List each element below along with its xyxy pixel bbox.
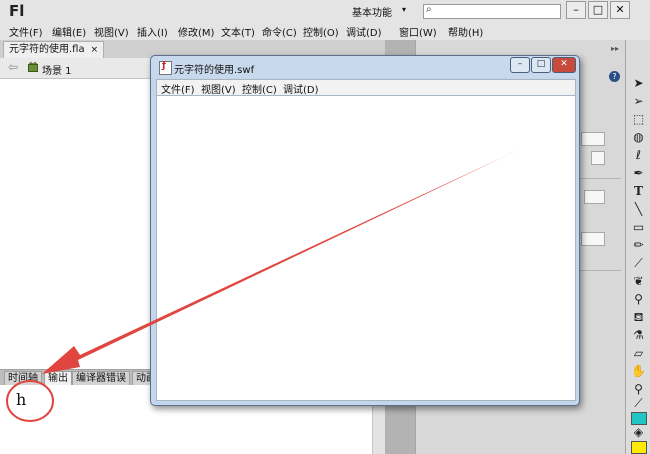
bone-tool-icon[interactable]: ⚲ [629,291,648,308]
help-icon[interactable]: ? [609,71,620,82]
swf-close-button[interactable]: ✕ [552,57,576,73]
pencil-tool-icon[interactable]: ✏ [629,237,648,254]
divider [576,270,621,271]
swf-title-bar[interactable]: ƒ 元字符的使用.swf – □ ✕ [151,56,579,78]
selection-tool-icon[interactable]: ➤ [629,75,648,92]
text-tool-icon[interactable]: T [629,183,648,200]
property-dropdown[interactable] [584,190,605,204]
menu-modify[interactable]: 修改(M) [178,24,214,39]
stroke-pencil-icon[interactable]: ⟋ [629,395,648,412]
menu-commands[interactable]: 命令(C) [262,24,297,39]
menu-edit[interactable]: 编辑(E) [52,24,86,39]
close-button[interactable]: ✕ [610,1,630,19]
menu-insert[interactable]: 插入(I) [137,24,168,39]
menu-window[interactable]: 窗口(W) [399,24,437,39]
swf-content-area[interactable] [156,95,576,401]
document-tab[interactable]: 元字符的使用.fla × [3,41,105,58]
property-field[interactable] [581,132,605,146]
close-tab-icon[interactable]: × [91,45,99,55]
swf-window-title: 元字符的使用.swf [174,65,255,76]
search-icon: ⌕ [426,4,432,15]
menu-help[interactable]: 帮助(H) [448,24,483,39]
tab-output[interactable]: 输出 [44,371,72,386]
flash-player-icon: ƒ [159,61,172,75]
property-dropdown[interactable] [591,151,605,165]
eyedropper-tool-icon[interactable]: ⚗ [629,327,648,344]
fill-color-swatch[interactable] [631,441,647,454]
divider [576,178,621,179]
lasso-tool-icon[interactable]: ℓ [629,147,648,164]
eraser-tool-icon[interactable]: ▱ [629,345,648,362]
menu-bar: 文件(F) 编辑(E) 视图(V) 插入(I) 修改(M) 文本(T) 命令(C… [0,22,650,40]
menu-text[interactable]: 文本(T) [221,24,255,39]
help-search-input[interactable]: ⌕ [423,4,561,19]
document-tab-label: 元字符的使用.fla [9,44,85,55]
swf-maximize-button[interactable]: □ [531,57,551,73]
scene-label[interactable]: 场景 1 [42,62,72,77]
flash-logo: Fl [9,2,25,20]
swf-menu-bar: 文件(F) 视图(V) 控制(C) 调试(D) [156,79,576,96]
tab-timeline[interactable]: 时间轴 [4,371,42,386]
menu-control[interactable]: 控制(O) [303,24,339,39]
pen-tool-icon[interactable]: ✒ [629,165,648,182]
scene-icon [28,62,38,72]
swf-menu-view[interactable]: 视图(V) [201,81,236,96]
minimize-button[interactable]: – [566,1,586,19]
deco-tool-icon[interactable]: ❦ [629,273,648,290]
menu-file[interactable]: 文件(F) [9,24,43,39]
menu-view[interactable]: 视图(V) [94,24,129,39]
swf-minimize-button[interactable]: – [510,57,530,73]
swf-menu-control[interactable]: 控制(C) [242,81,277,96]
hand-tool-icon[interactable]: ✋ [629,363,648,380]
line-tool-icon[interactable]: ╲ [629,201,648,218]
property-dropdown[interactable] [581,232,605,246]
brush-tool-icon[interactable]: ⟋ [629,255,648,272]
paint-bucket-tool-icon[interactable]: ⛾ [629,309,648,326]
3d-rotation-tool-icon[interactable]: ◍ [629,129,648,146]
free-transform-tool-icon[interactable]: ⬚ [629,111,648,128]
output-text: h [16,390,27,409]
swf-menu-debug[interactable]: 调试(D) [283,81,319,96]
workspace-switcher[interactable]: 基本功能 [352,4,392,19]
back-arrow-icon[interactable]: ⇦ [8,60,18,74]
fill-bucket-icon[interactable]: ◈ [629,424,648,441]
menu-debug[interactable]: 调试(D) [346,24,382,39]
swf-menu-file[interactable]: 文件(F) [161,81,195,96]
tools-panel: ➤ ➢ ⬚ ◍ ℓ ✒ T ╲ ▭ ✏ ⟋ ❦ ⚲ ⛾ ⚗ ▱ ✋ ⚲ ⟋ ◈ [625,40,650,454]
swf-player-window[interactable]: ƒ 元字符的使用.swf – □ ✕ 文件(F) 视图(V) 控制(C) 调试(… [150,55,580,406]
title-bar: Fl 基本功能 ▾ ⌕ – □ ✕ [0,0,650,23]
rectangle-tool-icon[interactable]: ▭ [629,219,648,236]
maximize-button[interactable]: □ [588,1,608,19]
subselection-tool-icon[interactable]: ➢ [629,93,648,110]
tab-compiler-errors[interactable]: 编译器错误 [72,371,130,386]
chevron-down-icon[interactable]: ▾ [402,5,406,14]
collapse-icon[interactable]: ▸▸ [611,44,619,53]
